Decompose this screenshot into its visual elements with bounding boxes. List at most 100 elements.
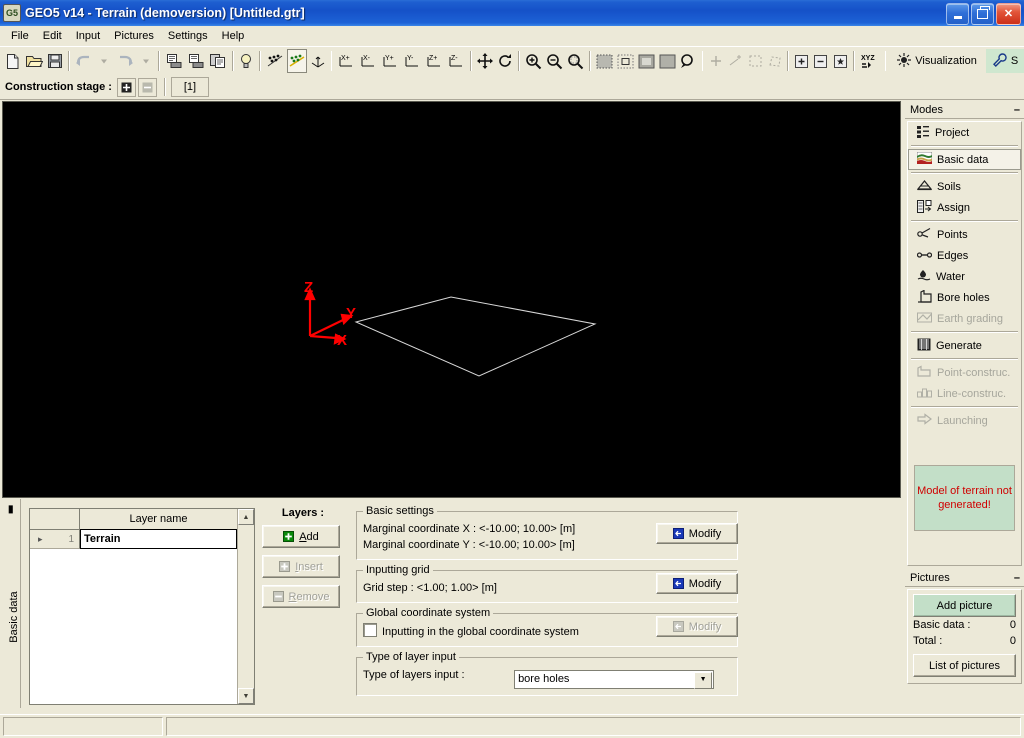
- panel-divider[interactable]: [0, 708, 903, 713]
- menu-item-settings[interactable]: Settings: [161, 28, 215, 44]
- modify-global-cs-button[interactable]: Modify: [656, 616, 738, 637]
- save-file-icon[interactable]: [46, 49, 64, 73]
- line-construc-icon: [917, 386, 932, 401]
- pan-icon[interactable]: [476, 49, 494, 73]
- svg-text:X+: X+: [341, 55, 350, 62]
- sidebar-item-project[interactable]: Project: [908, 122, 1021, 143]
- zoom-window-icon[interactable]: [566, 49, 585, 73]
- menu-item-edit[interactable]: Edit: [36, 28, 69, 44]
- sidebar-item-assign[interactable]: Assign: [908, 197, 1021, 218]
- stage-tab-1[interactable]: [1]: [170, 77, 209, 97]
- view-points-icon[interactable]: [265, 49, 285, 73]
- layers-table-scrollbar[interactable]: ▲ ▼: [237, 509, 254, 704]
- open-file-icon[interactable]: [24, 49, 44, 73]
- sidebar-item-launching[interactable]: Launching: [908, 410, 1021, 431]
- layers-table[interactable]: Layer name ▸ 1 Terrain ▲ ▼: [29, 508, 255, 705]
- modify-grid-button[interactable]: Modify: [656, 573, 738, 594]
- rotate-z-plus-icon[interactable]: Z+: [424, 49, 444, 73]
- modes-minimize-icon[interactable]: –: [1014, 104, 1020, 115]
- rotate-z-minus-icon[interactable]: Z-: [446, 49, 466, 73]
- add-points-icon[interactable]: [727, 49, 745, 73]
- global-cs-checkbox[interactable]: [363, 623, 377, 637]
- scroll-up-icon[interactable]: ▲: [238, 509, 254, 525]
- menu-item-input[interactable]: Input: [69, 28, 107, 44]
- zoom-out-icon[interactable]: [545, 49, 564, 73]
- new-file-icon[interactable]: [3, 49, 22, 73]
- view-points-selected-icon[interactable]: [286, 49, 307, 73]
- minimize-button[interactable]: [946, 3, 969, 25]
- hint-bulb-icon[interactable]: [238, 49, 255, 73]
- rotate-y-plus-icon[interactable]: Y+: [380, 49, 400, 73]
- sidebar-item-point-construc[interactable]: Point-construc.: [908, 362, 1021, 383]
- sidebar-item-basic-data[interactable]: Basic data: [908, 149, 1021, 170]
- visualization-button[interactable]: Visualization: [890, 49, 984, 73]
- remove-layer-button[interactable]: Remove: [262, 585, 340, 608]
- right-sidebar: Modes – Project Basic data Soils Assign …: [905, 101, 1024, 713]
- add-picture-button[interactable]: Add picture: [913, 594, 1016, 617]
- view-previous-icon[interactable]: [637, 49, 656, 73]
- terrain-status-message: Model of terrain not generated!: [914, 465, 1015, 531]
- chevron-down-icon[interactable]: ▼: [694, 671, 713, 689]
- list-of-pictures-button[interactable]: List of pictures: [913, 654, 1016, 677]
- add-point-icon[interactable]: [707, 49, 724, 73]
- scroll-down-icon[interactable]: ▼: [238, 688, 254, 704]
- sidebar-item-water[interactable]: Water: [908, 266, 1021, 287]
- settings-button[interactable]: S: [985, 49, 1024, 73]
- close-button[interactable]: ✕: [996, 3, 1021, 25]
- rotate-free-icon[interactable]: [496, 49, 514, 73]
- terrain-3d-viewport[interactable]: Z Y X: [2, 101, 901, 498]
- sidebar-item-generate[interactable]: Generate: [908, 335, 1021, 356]
- view-region-icon[interactable]: [658, 49, 677, 73]
- sidebar-item-points[interactable]: Points: [908, 224, 1021, 245]
- rotate-y-minus-icon[interactable]: Y-: [402, 49, 422, 73]
- print-preview-icon[interactable]: [186, 49, 206, 73]
- row-layer-name-cell[interactable]: Terrain: [80, 529, 237, 549]
- basic-data-vertical-tab[interactable]: ▮ Basic data: [0, 499, 21, 713]
- sidebar-item-earth-grading[interactable]: Earth grading: [908, 308, 1021, 329]
- stage-remove-icon[interactable]: [137, 77, 157, 97]
- redo-dropdown-icon[interactable]: [137, 49, 154, 73]
- pictures-minimize-icon[interactable]: –: [1014, 572, 1020, 583]
- insert-layer-button[interactable]: Insert: [262, 555, 340, 578]
- xyz-coordinates-icon[interactable]: XYZ: [859, 49, 881, 73]
- layers-table-header: Layer name: [30, 509, 237, 530]
- sidebar-item-edges[interactable]: Edges: [908, 245, 1021, 266]
- zoom-in-icon[interactable]: [524, 49, 543, 73]
- view-all-icon[interactable]: [595, 49, 614, 73]
- view-axes-icon[interactable]: [309, 49, 327, 73]
- undo-dropdown-icon[interactable]: [96, 49, 113, 73]
- rotate-x-plus-icon[interactable]: X+: [336, 49, 356, 73]
- grid-add-icon[interactable]: [793, 49, 810, 73]
- restore-button[interactable]: [971, 3, 994, 25]
- pictures-total-label: Total :: [913, 635, 943, 647]
- print-icon[interactable]: [164, 49, 184, 73]
- sidebar-item-line-construc[interactable]: Line-construc.: [908, 383, 1021, 404]
- undo-icon[interactable]: [74, 49, 94, 73]
- rotate-x-minus-icon[interactable]: X-: [358, 49, 378, 73]
- grid-star-icon[interactable]: [832, 49, 849, 73]
- pictures-total-value: 0: [1009, 635, 1016, 647]
- sidebar-item-soils[interactable]: Soils: [908, 176, 1021, 197]
- redo-icon[interactable]: [115, 49, 135, 73]
- grid-remove-icon[interactable]: [812, 49, 829, 73]
- basic-data-icon: [916, 151, 933, 167]
- type-of-layer-input-group: Type of layer input Type of layers input…: [356, 651, 738, 696]
- sidebar-item-bore-holes[interactable]: Bore holes: [908, 287, 1021, 308]
- modes-divider: [911, 406, 1018, 408]
- select-rect-icon[interactable]: [747, 49, 764, 73]
- table-row[interactable]: ▸ 1 Terrain: [30, 529, 237, 549]
- layer-input-select[interactable]: bore holes ▼: [514, 669, 715, 689]
- modes-panel-header: Modes –: [905, 101, 1024, 119]
- menu-item-help[interactable]: Help: [215, 28, 252, 44]
- basic-settings-group: Basic settings Marginal coordinate X : <…: [356, 505, 738, 560]
- copy-icon[interactable]: [208, 49, 228, 73]
- modify-global-cs-label: Modify: [688, 620, 722, 633]
- select-poly-icon[interactable]: [766, 49, 783, 73]
- add-layer-button[interactable]: Add: [262, 525, 340, 548]
- menu-item-file[interactable]: File: [4, 28, 36, 44]
- menu-item-pictures[interactable]: Pictures: [107, 28, 161, 44]
- modify-basic-settings-button[interactable]: Modify: [656, 523, 738, 544]
- zoom-selection-icon[interactable]: [679, 49, 698, 73]
- stage-add-icon[interactable]: [116, 77, 136, 97]
- view-fit-icon[interactable]: [616, 49, 635, 73]
